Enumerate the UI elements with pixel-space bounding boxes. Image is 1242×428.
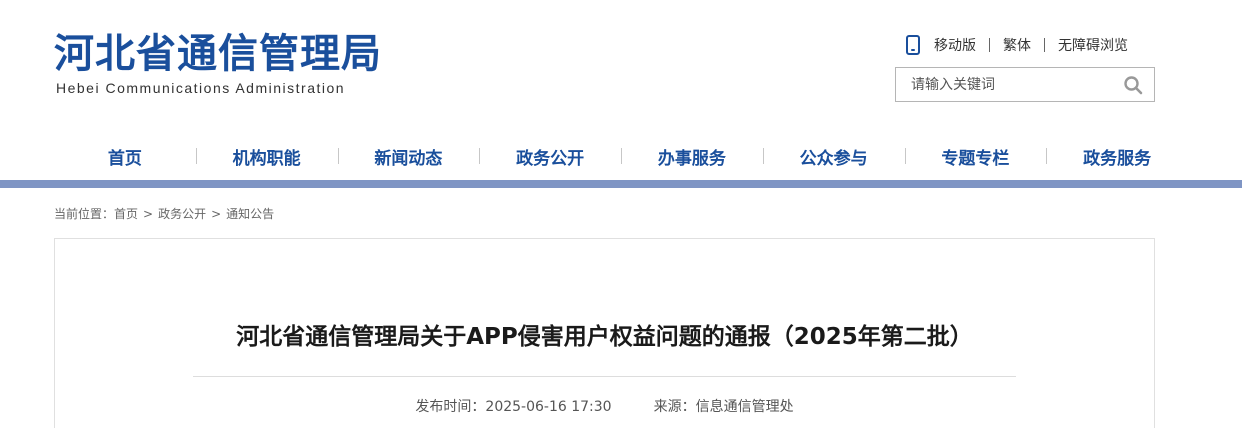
nav-item-home[interactable]: 首页 [54,138,196,174]
accessibility-link[interactable]: 无障碍浏览 [1058,35,1128,55]
nav-item-government-services[interactable]: 政务服务 [1046,138,1188,174]
top-links: 移动版 繁体 无障碍浏览 [906,35,1128,55]
nav-item-news[interactable]: 新闻动态 [337,138,480,174]
nav-item-services[interactable]: 办事服务 [621,138,763,174]
article-panel: 河北省通信管理局关于APP侵害用户权益问题的通报（2025年第二批） 发布时间：… [54,238,1155,428]
search-icon [1124,75,1143,94]
site-logo-english: Hebei Communications Administration [56,80,346,96]
title-divider [193,376,1016,377]
nav-item-government-info[interactable]: 政务公开 [479,138,621,174]
site-logo-chinese[interactable]: 河北省通信管理局 [54,30,382,78]
nav-underline-bar [0,180,1242,188]
mobile-phone-icon[interactable] [906,35,920,55]
article-meta: 发布时间：2025-06-16 17:30 来源：信息通信管理处 [55,396,1154,416]
page: 河北省通信管理局 Hebei Communications Administra… [0,0,1242,428]
search-box [895,67,1155,102]
search-input[interactable] [896,68,1112,101]
breadcrumb-home[interactable]: 首页 [114,205,138,222]
search-button[interactable] [1112,68,1154,101]
divider [1044,38,1045,52]
nav-item-topics[interactable]: 专题专栏 [904,138,1047,174]
breadcrumb-separator: > [143,206,154,221]
article-source: 来源：信息通信管理处 [653,399,794,415]
breadcrumb-government-info[interactable]: 政务公开 [158,205,206,222]
breadcrumb: 当前位置： 首页 > 政务公开 > 通知公告 [54,205,274,222]
article-title: 河北省通信管理局关于APP侵害用户权益问题的通报（2025年第二批） [236,324,973,350]
breadcrumb-notices[interactable]: 通知公告 [226,205,274,222]
divider [989,38,990,52]
traditional-chinese-link[interactable]: 繁体 [1003,35,1031,55]
nav-item-functions[interactable]: 机构职能 [195,138,338,174]
main-nav: 首页 机构职能 新闻动态 政务公开 办事服务 公众参与 专题专栏 政务服务 [54,138,1188,174]
publish-time: 发布时间：2025-06-16 17:30 [415,399,612,415]
nav-item-participation[interactable]: 公众参与 [762,138,905,174]
mobile-version-link[interactable]: 移动版 [934,35,976,55]
breadcrumb-label: 当前位置： [54,207,115,221]
breadcrumb-separator: > [211,206,222,221]
